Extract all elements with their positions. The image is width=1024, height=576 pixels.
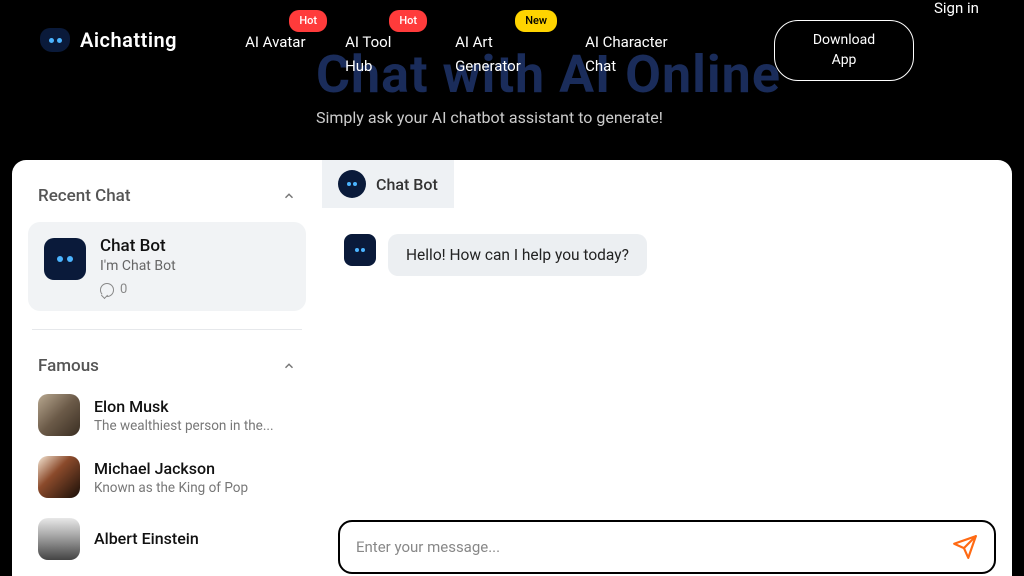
- main-content: Recent Chat Chat Bot I'm Chat Bot 0 Famo…: [0, 160, 1024, 576]
- nav-label: AI Character Chat: [585, 33, 668, 75]
- recent-chat-name: Chat Bot: [100, 236, 290, 256]
- nav-ai-art-generator[interactable]: AI Art Generator New: [437, 0, 567, 78]
- famous-name: Albert Einstein: [94, 529, 199, 548]
- message-row: Hello! How can I help you today?: [344, 234, 990, 276]
- bot-avatar-icon: [338, 170, 366, 198]
- nav-ai-character-chat[interactable]: AI Character Chat: [567, 0, 697, 78]
- badge-hot: Hot: [289, 10, 327, 32]
- chat-tab[interactable]: Chat Bot: [322, 160, 454, 208]
- header-actions: Download App Sign in: [774, 0, 984, 81]
- chevron-up-icon: [282, 189, 296, 203]
- badge-new: New: [515, 10, 557, 32]
- brand-robot-icon: [40, 28, 70, 52]
- badge-hot: Hot: [389, 10, 427, 32]
- chat-tab-label: Chat Bot: [376, 175, 438, 194]
- sidebar: Recent Chat Chat Bot I'm Chat Bot 0 Famo…: [12, 160, 322, 576]
- message-bubble: Hello! How can I help you today?: [388, 234, 647, 276]
- nav-label: AI Avatar: [245, 33, 305, 51]
- message-count-icon: [100, 283, 114, 297]
- hero-subtitle: Simply ask your AI chatbot assistant to …: [316, 108, 663, 127]
- recent-chat-desc: I'm Chat Bot: [100, 258, 290, 274]
- brand-logo[interactable]: Aichatting: [40, 28, 177, 52]
- avatar: [38, 518, 80, 560]
- send-icon: [952, 534, 978, 560]
- chat-input-bar: [338, 520, 996, 574]
- famous-body: Elon Musk The wealthiest person in the..…: [94, 397, 274, 434]
- main-nav: AI Avatar Hot AI Tool Hub Hot AI Art Gen…: [227, 0, 774, 78]
- famous-item-michael-jackson[interactable]: Michael Jackson Known as the King of Pop: [24, 446, 310, 508]
- chat-input[interactable]: [356, 538, 940, 556]
- avatar: [38, 394, 80, 436]
- chat-messages: Hello! How can I help you today?: [322, 208, 1012, 514]
- section-title: Recent Chat: [38, 186, 131, 206]
- recent-chat-meta: 0: [100, 282, 290, 297]
- nav-label: AI Tool Hub: [345, 33, 391, 75]
- recent-chat-body: Chat Bot I'm Chat Bot 0: [100, 236, 290, 297]
- nav-label: AI Art Generator: [455, 33, 521, 75]
- bot-avatar-icon: [44, 238, 86, 280]
- famous-desc: Known as the King of Pop: [94, 480, 248, 496]
- section-recent-chat-header[interactable]: Recent Chat: [24, 178, 310, 214]
- message-count: 0: [120, 282, 127, 297]
- nav-ai-avatar[interactable]: AI Avatar Hot: [227, 0, 327, 78]
- header: Aichatting AI Avatar Hot AI Tool Hub Hot…: [0, 0, 1024, 100]
- section-title: Famous: [38, 356, 99, 376]
- famous-item-elon-musk[interactable]: Elon Musk The wealthiest person in the..…: [24, 384, 310, 446]
- famous-desc: The wealthiest person in the...: [94, 418, 274, 434]
- famous-body: Albert Einstein: [94, 529, 199, 550]
- famous-body: Michael Jackson Known as the King of Pop: [94, 459, 248, 496]
- famous-name: Elon Musk: [94, 397, 274, 416]
- famous-name: Michael Jackson: [94, 459, 248, 478]
- recent-chat-item[interactable]: Chat Bot I'm Chat Bot 0: [28, 222, 306, 311]
- nav-ai-tool-hub[interactable]: AI Tool Hub Hot: [327, 0, 437, 78]
- download-app-button[interactable]: Download App: [774, 20, 914, 81]
- chevron-up-icon: [282, 359, 296, 373]
- bot-avatar-icon: [344, 234, 376, 266]
- divider: [32, 329, 302, 330]
- chat-panel: Chat Bot Hello! How can I help you today…: [322, 160, 1012, 576]
- famous-item-albert-einstein[interactable]: Albert Einstein: [24, 508, 310, 570]
- send-button[interactable]: [952, 534, 978, 560]
- sign-in-link[interactable]: Sign in: [934, 0, 984, 20]
- brand-name: Aichatting: [80, 28, 177, 52]
- section-famous-header[interactable]: Famous: [24, 348, 310, 384]
- avatar: [38, 456, 80, 498]
